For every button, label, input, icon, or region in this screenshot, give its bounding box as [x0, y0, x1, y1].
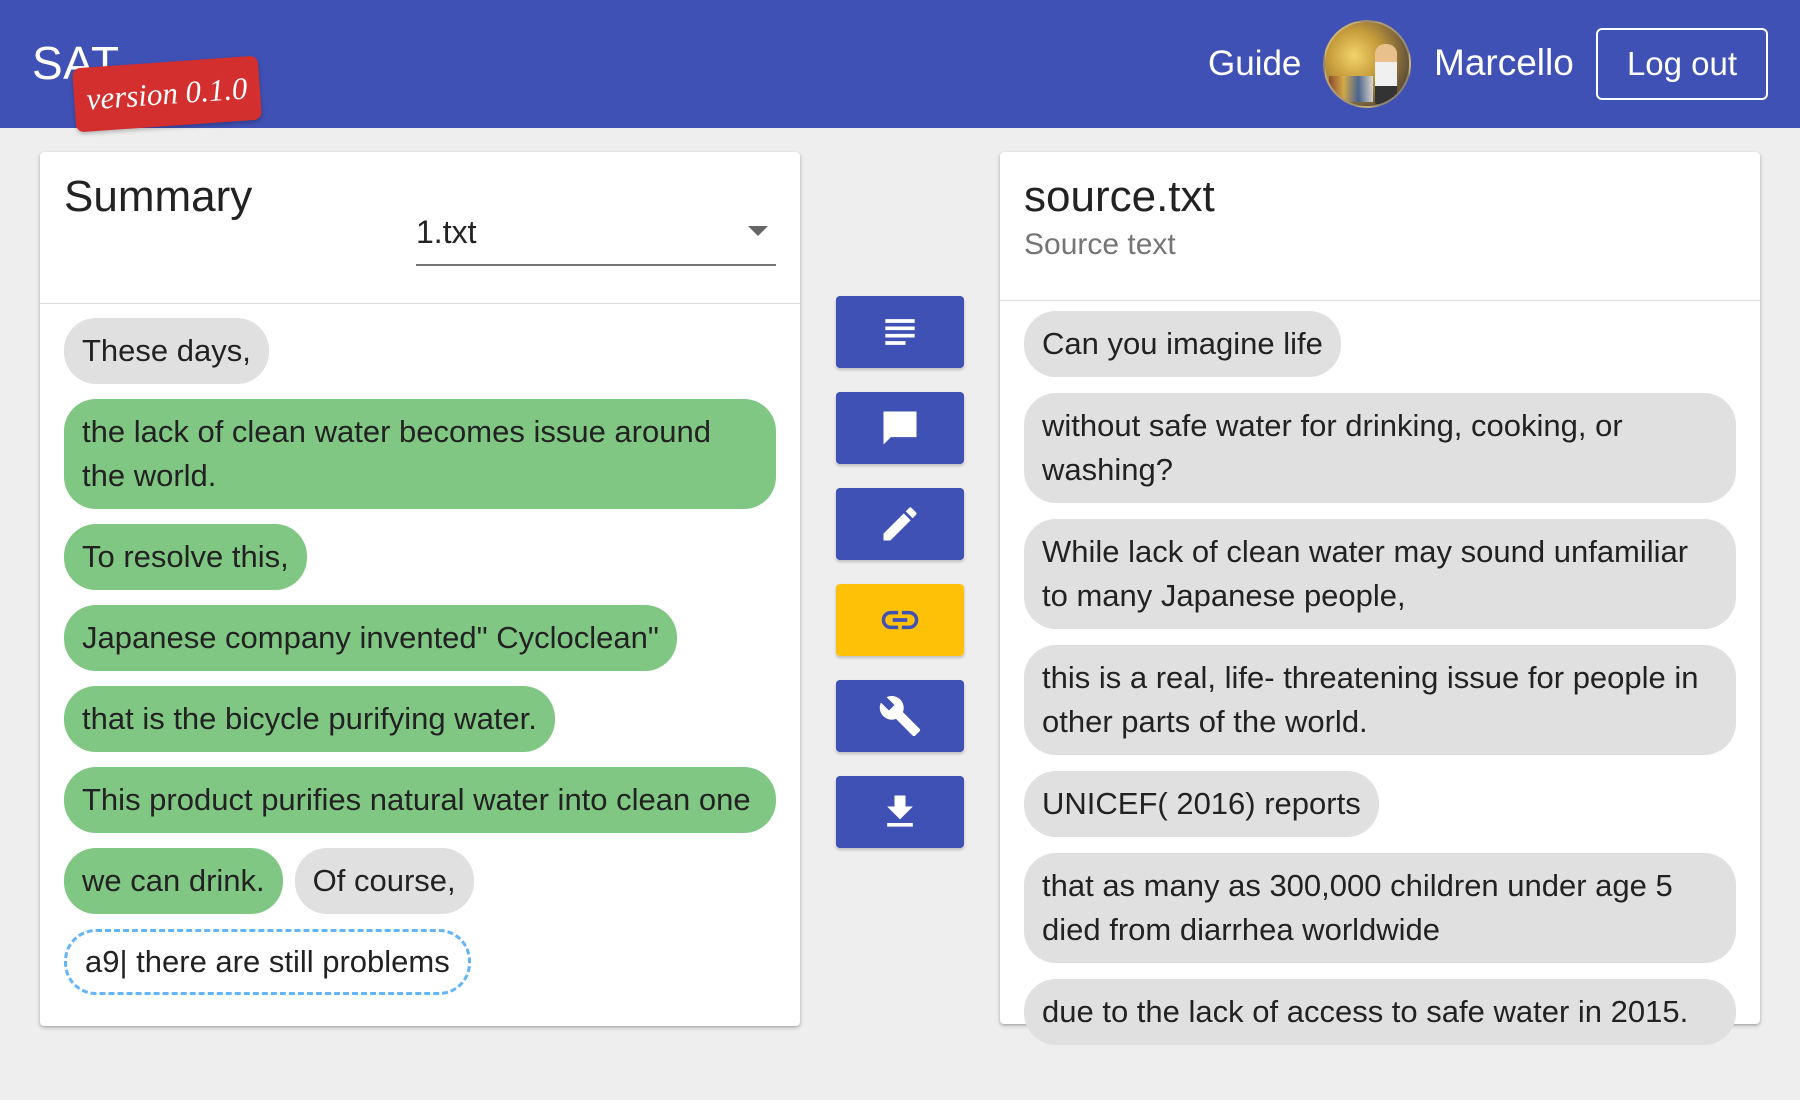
- sentence-chip[interactable]: without safe water for drinking, cooking…: [1024, 393, 1736, 503]
- source-sentence-list: Can you imagine life without safe water f…: [1000, 301, 1760, 1045]
- source-panel-header: source.txt Source text: [1000, 152, 1760, 301]
- source-subtitle: Source text: [1024, 228, 1176, 261]
- sentence-chip[interactable]: While lack of clean water may sound unfa…: [1024, 519, 1736, 629]
- sentence-chip-editing[interactable]: a9| there are still problems: [64, 929, 471, 995]
- sentence-chip[interactable]: that as many as 300,000 children under a…: [1024, 853, 1736, 963]
- sentence-chip[interactable]: this is a real, life- threatening issue …: [1024, 645, 1736, 755]
- file-select-value: 1.txt: [416, 214, 477, 250]
- sentence-chip[interactable]: that is the bicycle purifying water.: [64, 686, 555, 752]
- file-select[interactable]: 1.txt: [416, 208, 776, 266]
- sentence-chip[interactable]: we can drink.: [64, 848, 283, 914]
- version-badge: version 0.1.0: [71, 55, 263, 133]
- summary-sentence-list: These days, the lack of clean water becom…: [40, 304, 800, 1010]
- sentence-chip[interactable]: Japanese company invented" Cycloclean": [64, 605, 677, 671]
- guide-link[interactable]: Guide: [1208, 44, 1301, 84]
- sentence-chip[interactable]: Of course,: [294, 848, 474, 914]
- text-lines-icon: [885, 319, 915, 345]
- source-panel: source.txt Source text Can you imagine l…: [1000, 152, 1760, 1045]
- dropdown-arrow-icon: [748, 226, 768, 236]
- wrench-icon: [879, 696, 921, 737]
- link-button[interactable]: [836, 584, 964, 656]
- sentence-chip[interactable]: These days,: [64, 318, 269, 384]
- summary-panel-header: Summary 1.txt: [40, 152, 800, 304]
- pencil-icon: [883, 507, 917, 541]
- app-bar: SAT version 0.1.0 Guide Marcello Log out: [0, 0, 1800, 133]
- user-name: Marcello: [1434, 42, 1574, 83]
- edit-button[interactable]: [836, 488, 964, 560]
- sentence-chip[interactable]: UNICEF( 2016) reports: [1024, 771, 1379, 837]
- avatar-background: [1329, 76, 1373, 102]
- sentence-chip[interactable]: This product purifies natural water into…: [64, 767, 776, 833]
- logout-button[interactable]: Log out: [1596, 28, 1768, 100]
- tools-button[interactable]: [836, 680, 964, 752]
- summary-panel: Summary 1.txt These days, the lack of cle…: [40, 152, 800, 1026]
- sentence-chip[interactable]: To resolve this,: [64, 524, 307, 590]
- source-title: source.txt: [1024, 172, 1215, 221]
- text-view-button[interactable]: [836, 296, 964, 368]
- sentence-chip[interactable]: due to the lack of access to safe water …: [1024, 979, 1736, 1045]
- comment-button[interactable]: [836, 392, 964, 464]
- sentence-chip[interactable]: the lack of clean water becomes issue ar…: [64, 399, 776, 509]
- link-icon: [881, 610, 919, 630]
- download-icon: [887, 795, 913, 827]
- comment-icon: [883, 411, 917, 445]
- download-button[interactable]: [836, 776, 964, 848]
- summary-title: Summary: [64, 172, 253, 221]
- avatar[interactable]: [1323, 20, 1411, 108]
- sentence-chip[interactable]: Can you imagine life: [1024, 311, 1341, 377]
- avatar-person: [1375, 44, 1397, 104]
